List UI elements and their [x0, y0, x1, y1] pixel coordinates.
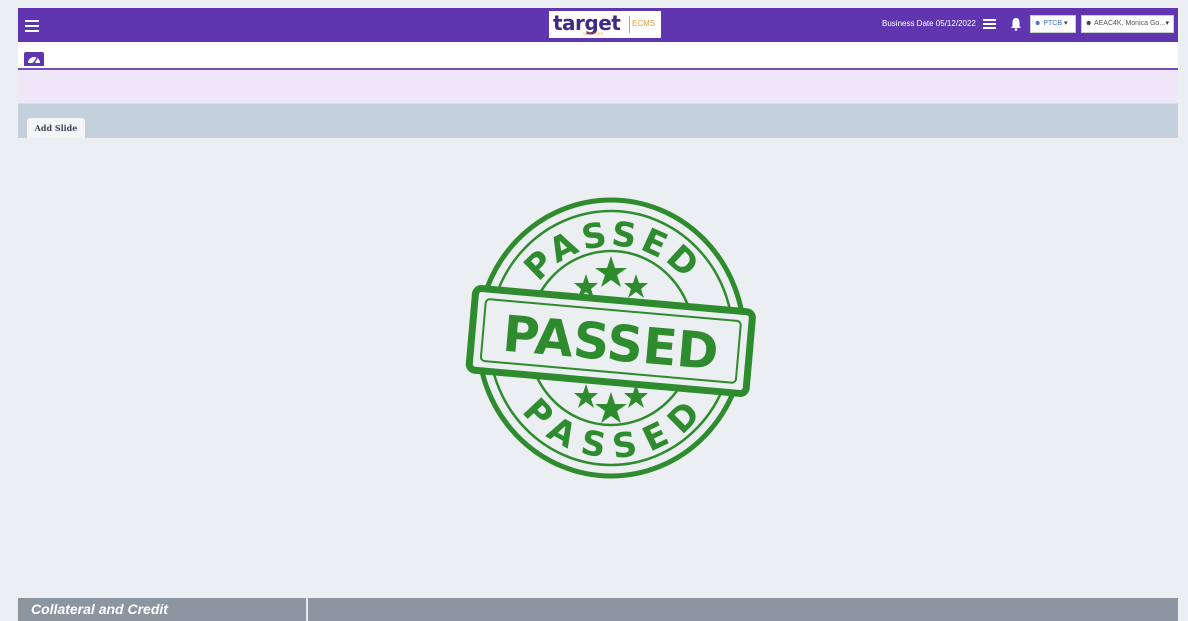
- bell-icon[interactable]: [1010, 17, 1022, 31]
- logo-subtext: ECMS: [632, 19, 656, 28]
- ptcb-dropdown-button[interactable]: ☻ PTCB ▾: [1030, 15, 1076, 33]
- tab-add-slide[interactable]: Add Slide: [27, 118, 85, 138]
- user-label: AEAC4K, Monica Go...: [1093, 20, 1166, 27]
- list-icon[interactable]: [983, 18, 996, 30]
- main-content: PASSED PASSED PASSED: [18, 138, 1178, 598]
- user-icon: ☻: [1034, 20, 1042, 27]
- toolbar-row: [18, 42, 1178, 70]
- target-logo: target SERVICES ECMS: [549, 11, 661, 38]
- business-date: Business Date 05/12/2022: [882, 19, 976, 28]
- caret-down-icon: ▾: [1165, 20, 1169, 27]
- logo-small-text: SERVICES: [583, 31, 604, 36]
- footer-section: Collateral and Credit: [18, 598, 308, 621]
- user-dropdown-button[interactable]: ☻ AEAC4K, Monica Go... ▾: [1081, 15, 1174, 33]
- hamburger-menu-icon[interactable]: [25, 17, 39, 33]
- footer-bar: Collateral and Credit: [18, 598, 1178, 621]
- logo-separator: [629, 16, 630, 33]
- top-bar: target SERVICES ECMS Business Date 05/12…: [18, 8, 1178, 42]
- breadcrumb-bar: [18, 70, 1178, 104]
- tab-bar: Add Slide: [18, 104, 1178, 138]
- footer-title: Collateral and Credit: [31, 601, 168, 617]
- dashboard-icon: [28, 57, 40, 65]
- passed-stamp: PASSED PASSED PASSED: [465, 197, 756, 479]
- caret-down-icon: ▾: [1063, 20, 1068, 27]
- dashboard-button[interactable]: [24, 52, 44, 66]
- user-icon: ☻: [1085, 20, 1093, 27]
- ptcb-label: PTCB: [1043, 20, 1062, 27]
